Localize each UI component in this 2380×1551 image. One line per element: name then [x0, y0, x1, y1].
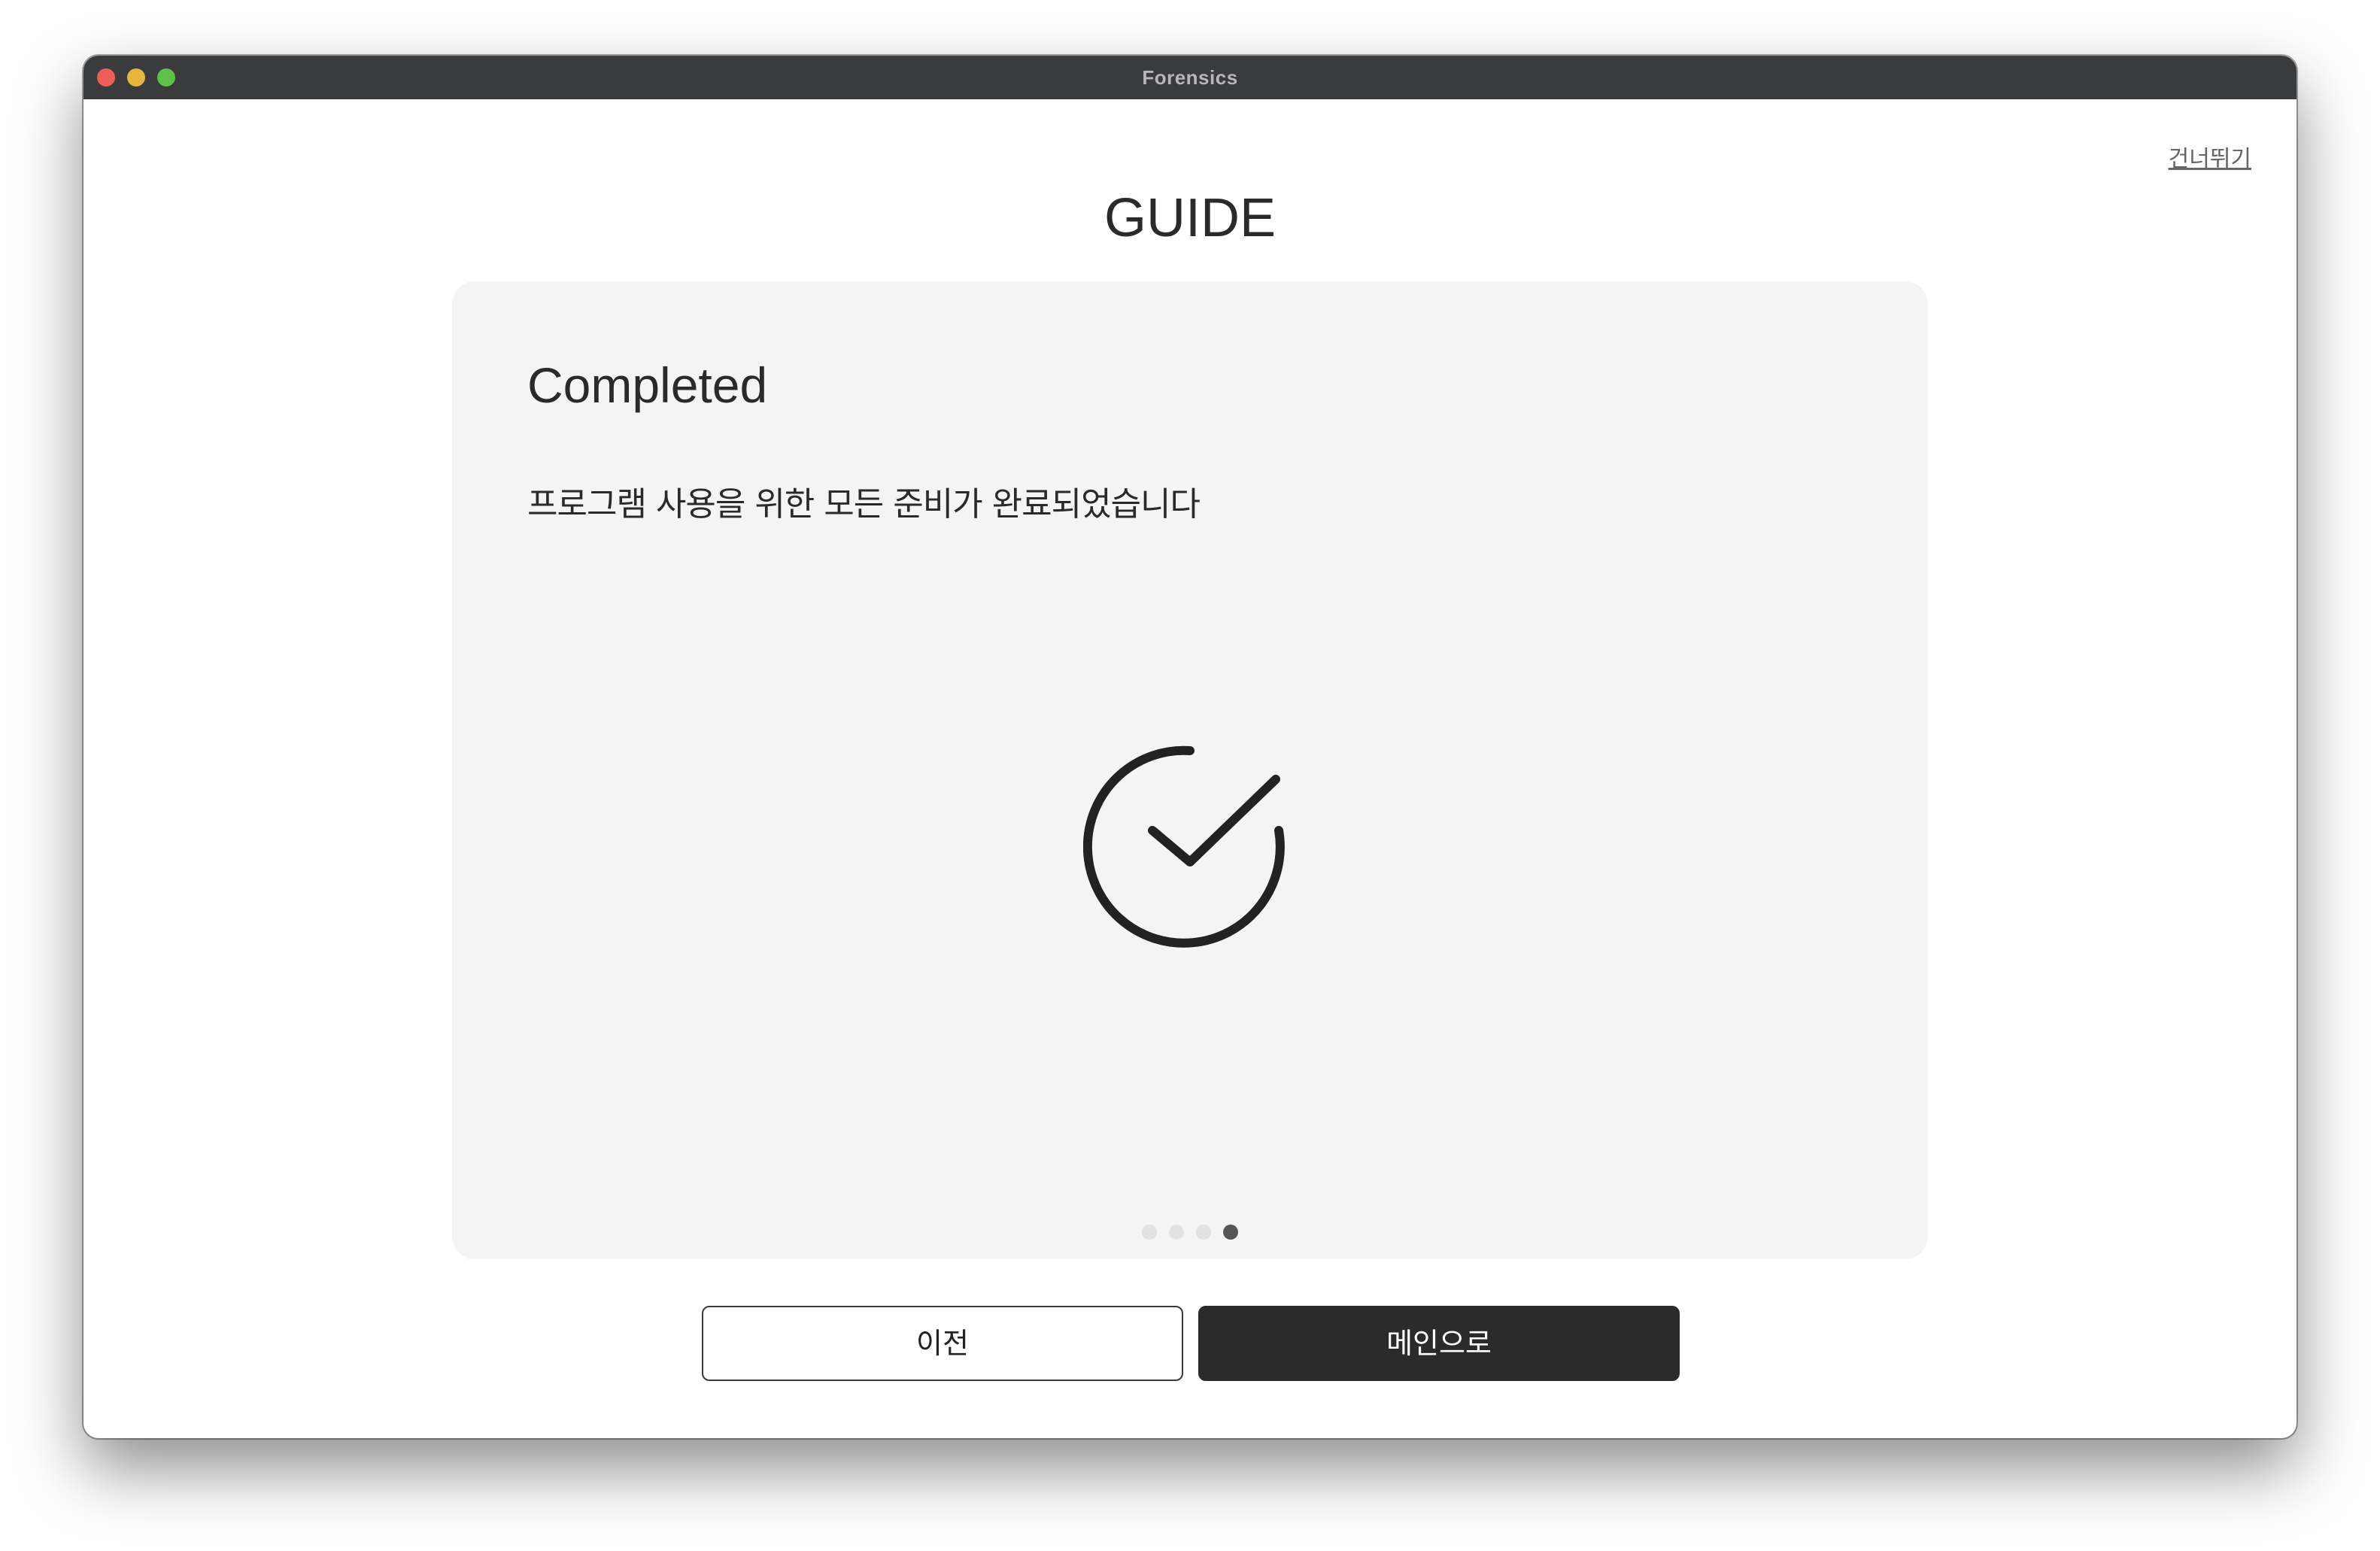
pagination-dot[interactable] — [1169, 1225, 1184, 1240]
pagination-dot[interactable] — [1142, 1225, 1157, 1240]
previous-button[interactable]: 이전 — [702, 1306, 1183, 1381]
check-circle-icon — [1083, 745, 1285, 948]
page-title: GUIDE — [1103, 188, 1277, 248]
title-bar: Forensics — [83, 56, 2297, 99]
window-title: Forensics — [1142, 66, 1238, 89]
guide-card: Completed 프로그램 사용을 위한 모든 준비가 완료되었습니다 — [452, 281, 1928, 1259]
go-to-main-button[interactable]: 메인으로 — [1198, 1306, 1680, 1381]
skip-link[interactable]: 건너뛰기 — [2169, 140, 2251, 173]
pagination-dot[interactable] — [1196, 1225, 1211, 1240]
pagination-dot[interactable] — [1223, 1225, 1238, 1240]
card-description: 프로그램 사용을 위한 모든 준비가 완료되었습니다 — [527, 485, 1201, 524]
pagination-dots — [452, 1225, 1928, 1240]
card-heading: Completed — [527, 357, 768, 413]
app-window: Forensics 건너뛰기 GUIDE Completed 프로그램 사용을 … — [83, 56, 2297, 1438]
